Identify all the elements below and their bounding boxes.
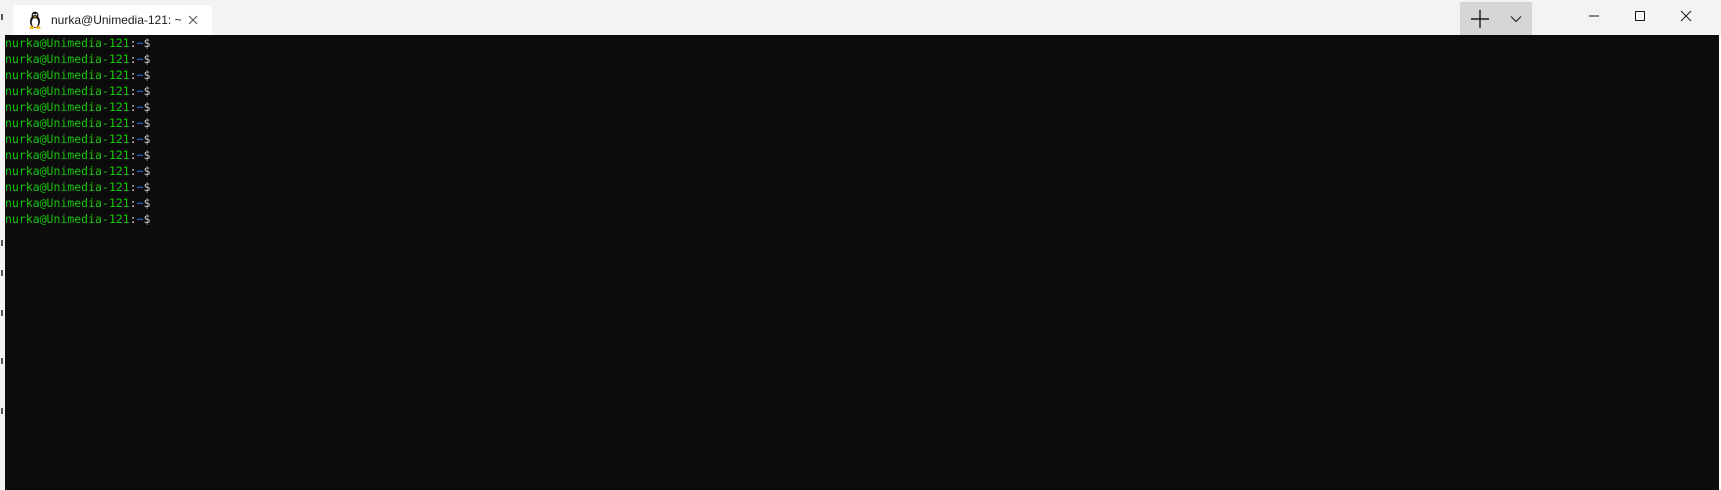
prompt-symbol: $ xyxy=(143,84,151,98)
terminal-prompt-line: nurka@Unimedia-121:~$ xyxy=(5,163,157,179)
terminal-prompt-line: nurka@Unimedia-121:~$ xyxy=(5,131,157,147)
prompt-separator: : xyxy=(129,36,137,50)
new-tab-group xyxy=(1460,2,1532,35)
prompt-path: ~ xyxy=(136,52,144,66)
terminal-prompt-line: nurka@Unimedia-121:~$ xyxy=(5,211,157,227)
prompt-separator: : xyxy=(129,212,137,226)
terminal-prompt-line: nurka@Unimedia-121:~$ xyxy=(5,83,157,99)
prompt-separator: : xyxy=(129,68,137,82)
minimize-button[interactable] xyxy=(1571,0,1617,32)
tab-terminal[interactable]: nurka@Unimedia-121: ~ xyxy=(13,5,212,35)
close-tab-icon[interactable] xyxy=(186,13,200,27)
terminal-prompt-line: nurka@Unimedia-121:~$ xyxy=(5,35,157,51)
prompt-symbol: $ xyxy=(143,180,151,194)
prompt-user-host: nurka@Unimedia-121 xyxy=(5,116,130,130)
terminal-prompt-line: nurka@Unimedia-121:~$ xyxy=(5,195,157,211)
terminal-prompt-line: nurka@Unimedia-121:~$ xyxy=(5,179,157,195)
prompt-separator: : xyxy=(129,196,137,210)
linux-penguin-icon xyxy=(27,11,43,29)
prompt-separator: : xyxy=(129,84,137,98)
prompt-user-host: nurka@Unimedia-121 xyxy=(5,100,130,114)
prompt-path: ~ xyxy=(136,180,144,194)
prompt-path: ~ xyxy=(136,148,144,162)
prompt-symbol: $ xyxy=(143,100,151,114)
tab-dropdown-button[interactable] xyxy=(1500,2,1532,35)
prompt-user-host: nurka@Unimedia-121 xyxy=(5,132,130,146)
prompt-symbol: $ xyxy=(143,116,151,130)
prompt-user-host: nurka@Unimedia-121 xyxy=(5,164,130,178)
prompt-path: ~ xyxy=(136,84,144,98)
edge-mark xyxy=(1,270,3,276)
prompt-separator: : xyxy=(129,180,137,194)
terminal-cursor xyxy=(150,212,157,225)
terminal-prompt-line: nurka@Unimedia-121:~$ xyxy=(5,99,157,115)
prompt-user-host: nurka@Unimedia-121 xyxy=(5,212,130,226)
prompt-path: ~ xyxy=(136,212,144,226)
prompt-user-host: nurka@Unimedia-121 xyxy=(5,68,130,82)
prompt-path: ~ xyxy=(136,164,144,178)
prompt-path: ~ xyxy=(136,116,144,130)
terminal-lines: nurka@Unimedia-121:~$ nurka@Unimedia-121:… xyxy=(5,35,157,227)
prompt-separator: : xyxy=(129,100,137,114)
prompt-user-host: nurka@Unimedia-121 xyxy=(5,84,130,98)
window-controls xyxy=(1571,0,1709,32)
terminal-prompt-line: nurka@Unimedia-121:~$ xyxy=(5,67,157,83)
prompt-symbol: $ xyxy=(143,164,151,178)
title-bar[interactable]: nurka@Unimedia-121: ~ xyxy=(5,0,1721,35)
prompt-user-host: nurka@Unimedia-121 xyxy=(5,36,130,50)
prompt-symbol: $ xyxy=(143,212,151,226)
prompt-symbol: $ xyxy=(143,148,151,162)
minimize-icon xyxy=(1589,15,1599,17)
terminal-output[interactable]: nurka@Unimedia-121:~$ nurka@Unimedia-121:… xyxy=(5,35,1721,490)
prompt-separator: : xyxy=(129,52,137,66)
prompt-symbol: $ xyxy=(143,132,151,146)
prompt-user-host: nurka@Unimedia-121 xyxy=(5,196,130,210)
prompt-path: ~ xyxy=(136,196,144,210)
prompt-symbol: $ xyxy=(143,68,151,82)
prompt-user-host: nurka@Unimedia-121 xyxy=(5,148,130,162)
prompt-path: ~ xyxy=(136,100,144,114)
prompt-path: ~ xyxy=(136,68,144,82)
edge-mark xyxy=(1,358,3,364)
prompt-path: ~ xyxy=(136,132,144,146)
edge-mark xyxy=(1,14,3,20)
edge-mark xyxy=(1,310,3,316)
new-tab-button[interactable] xyxy=(1460,2,1500,35)
prompt-separator: : xyxy=(129,164,137,178)
close-icon xyxy=(1680,10,1692,22)
terminal-prompt-line: nurka@Unimedia-121:~$ xyxy=(5,115,157,131)
maximize-icon xyxy=(1635,11,1645,21)
prompt-symbol: $ xyxy=(143,36,151,50)
edge-mark xyxy=(1,408,3,414)
prompt-separator: : xyxy=(129,132,137,146)
chevron-down-icon xyxy=(1510,15,1522,22)
terminal-prompt-line: nurka@Unimedia-121:~$ xyxy=(5,147,157,163)
prompt-separator: : xyxy=(129,148,137,162)
terminal-prompt-line: nurka@Unimedia-121:~$ xyxy=(5,51,157,67)
tab-title: nurka@Unimedia-121: ~ xyxy=(51,13,182,27)
maximize-button[interactable] xyxy=(1617,0,1663,32)
prompt-separator: : xyxy=(129,116,137,130)
prompt-user-host: nurka@Unimedia-121 xyxy=(5,52,130,66)
prompt-symbol: $ xyxy=(143,52,151,66)
close-window-button[interactable] xyxy=(1663,0,1709,32)
prompt-symbol: $ xyxy=(143,196,151,210)
prompt-path: ~ xyxy=(136,36,144,50)
edge-mark xyxy=(1,240,3,246)
prompt-user-host: nurka@Unimedia-121 xyxy=(5,180,130,194)
plus-icon xyxy=(1471,9,1489,28)
